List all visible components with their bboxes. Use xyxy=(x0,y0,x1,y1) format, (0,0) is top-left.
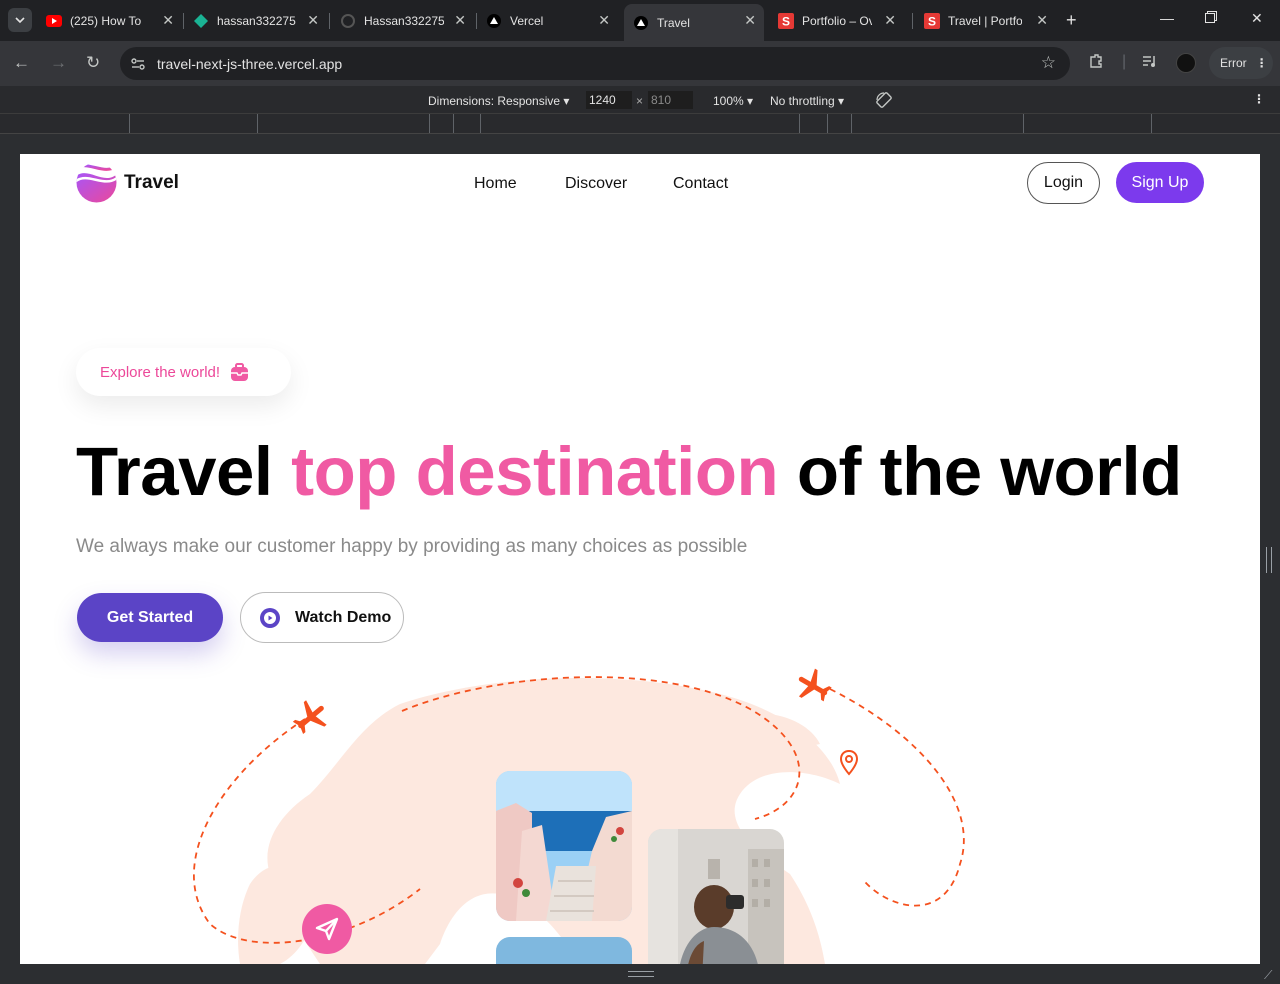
site-settings-icon[interactable] xyxy=(130,56,146,72)
tab-label: hassan332275 xyxy=(217,13,296,28)
title-part-1: Travel xyxy=(76,433,273,510)
error-label: Error xyxy=(1220,56,1247,70)
bookmark-star-icon[interactable]: ☆ xyxy=(1041,53,1056,73)
url-text: travel-next-js-three.vercel.app xyxy=(157,56,343,72)
close-tab-icon[interactable]: ✕ xyxy=(884,13,896,27)
get-started-button[interactable]: Get Started xyxy=(77,593,223,642)
times-icon: × xyxy=(636,94,644,108)
address-bar[interactable]: travel-next-js-three.vercel.app ☆ xyxy=(120,47,1070,80)
resize-handle-bottom[interactable] xyxy=(628,971,654,977)
viewport-width-input[interactable]: 1240 xyxy=(586,91,632,109)
svg-text:S: S xyxy=(782,14,790,28)
tab-search-button[interactable] xyxy=(8,8,32,32)
extensions-icon[interactable] xyxy=(1088,53,1104,74)
hero-illustration xyxy=(20,654,1260,964)
resize-corner-icon[interactable]: ⟋ xyxy=(1264,968,1272,983)
vercel-icon xyxy=(633,15,649,31)
resize-handle-right[interactable] xyxy=(1266,547,1272,573)
device-toolbar: Dimensions: Responsive ▾ 1240 × 810 100%… xyxy=(0,86,1280,114)
tab-strip: (225) How To ✕ hassan332275 ✕ Hassan3322… xyxy=(0,0,1280,41)
watch-demo-button[interactable]: Watch Demo xyxy=(240,592,404,643)
throttling-dropdown[interactable]: No throttling ▾ xyxy=(770,94,844,108)
page-viewport: Travel Home Discover Contact Login Sign … xyxy=(20,154,1260,964)
throttling-label: No throttling xyxy=(770,94,835,108)
tab-label: Travel xyxy=(657,15,690,30)
close-tab-icon[interactable]: ✕ xyxy=(454,13,466,27)
tab-youtube[interactable]: (225) How To ✕ xyxy=(46,6,182,35)
tab-travel-active[interactable]: Travel ✕ xyxy=(624,4,764,41)
nav-home-link[interactable]: Home xyxy=(474,175,517,193)
dimensions-label: Dimensions: Responsive xyxy=(428,94,561,108)
youtube-icon xyxy=(46,13,62,29)
tab-travel-portfolio[interactable]: S Travel | Portfo ✕ xyxy=(924,6,1056,35)
destination-photo-santorini xyxy=(496,771,632,921)
restore-icon[interactable] xyxy=(1205,10,1217,26)
hero-title: Travel top destination of the world xyxy=(76,432,1182,511)
chevron-down-icon xyxy=(15,17,25,24)
close-tab-icon[interactable]: ✕ xyxy=(162,13,174,27)
close-tab-icon[interactable]: ✕ xyxy=(598,13,610,27)
vercel-icon xyxy=(486,13,502,29)
brand-name: Travel xyxy=(124,171,179,193)
zoom-label: 100% xyxy=(713,94,744,108)
svg-text:S: S xyxy=(928,14,936,28)
explore-text: Explore the world! xyxy=(100,363,221,381)
dimensions-dropdown[interactable]: Dimensions: Responsive ▾ xyxy=(428,94,569,108)
suitcase-icon xyxy=(231,362,249,381)
airplane-icon xyxy=(798,668,832,702)
destination-photo-beach xyxy=(496,937,632,964)
back-icon[interactable]: ← xyxy=(13,53,30,73)
viewport-height-input[interactable]: 810 xyxy=(648,91,693,109)
title-part-3: of the world xyxy=(796,433,1182,510)
watch-demo-label: Watch Demo xyxy=(295,608,392,626)
tab-hassan-1[interactable]: hassan332275 ✕ xyxy=(193,6,327,35)
route-dashed-right xyxy=(829,688,965,907)
nav-discover-link[interactable]: Discover xyxy=(565,175,627,193)
close-window-icon[interactable]: ✕ xyxy=(1251,10,1263,27)
tab-label: Vercel xyxy=(510,13,544,28)
explore-badge: Explore the world! xyxy=(76,348,291,396)
signup-button[interactable]: Sign Up xyxy=(1116,162,1204,203)
new-tab-icon[interactable]: + xyxy=(1066,10,1077,31)
toolbar-divider: | xyxy=(1122,53,1127,70)
tab-portfolio[interactable]: S Portfolio – Ov ✕ xyxy=(778,6,904,35)
location-pin-icon xyxy=(840,750,858,776)
github-icon xyxy=(340,13,356,29)
media-query-ruler xyxy=(0,114,1280,134)
logo-icon xyxy=(76,164,117,203)
minimize-icon[interactable]: — xyxy=(1160,10,1174,26)
tab-label: Hassan332275 xyxy=(364,13,444,28)
profile-error-button[interactable]: Error ⋮ xyxy=(1209,47,1273,79)
destination-photo-city xyxy=(648,829,784,964)
diamond-icon xyxy=(193,13,209,29)
s-icon: S xyxy=(924,12,940,29)
tab-hassan-github[interactable]: Hassan332275 ✕ xyxy=(340,6,474,35)
site-logo[interactable]: Travel xyxy=(76,162,179,203)
tab-label: (225) How To xyxy=(70,13,142,28)
close-tab-icon[interactable]: ✕ xyxy=(744,13,756,27)
s-icon: S xyxy=(778,12,794,29)
tab-label: Portfolio – Ov xyxy=(802,13,872,28)
paper-plane-icon xyxy=(302,904,352,954)
play-icon xyxy=(260,607,280,628)
media-controls-icon[interactable] xyxy=(1142,53,1158,74)
nav-contact-link[interactable]: Contact xyxy=(673,175,728,193)
airplane-icon xyxy=(292,700,327,735)
close-tab-icon[interactable]: ✕ xyxy=(307,13,319,27)
profile-avatar[interactable] xyxy=(1176,53,1196,73)
browser-toolbar: ← → ↻ travel-next-js-three.vercel.app ☆ … xyxy=(0,41,1280,86)
title-highlight: top destination xyxy=(291,433,779,510)
reload-icon[interactable]: ↻ xyxy=(86,53,100,73)
tab-vercel[interactable]: Vercel ✕ xyxy=(486,6,618,35)
rotate-icon[interactable] xyxy=(875,91,893,112)
more-menu-icon: ⋮ xyxy=(1255,56,1268,70)
tab-label: Travel | Portfo xyxy=(948,13,1022,28)
hero-subtitle: We always make our customer happy by pro… xyxy=(76,536,748,557)
world-map xyxy=(193,676,965,964)
forward-icon[interactable]: → xyxy=(50,53,67,73)
zoom-dropdown[interactable]: 100% ▾ xyxy=(713,94,753,108)
device-more-icon[interactable]: ⋮ xyxy=(1253,92,1265,106)
close-tab-icon[interactable]: ✕ xyxy=(1036,13,1048,27)
login-button[interactable]: Login xyxy=(1027,162,1100,204)
